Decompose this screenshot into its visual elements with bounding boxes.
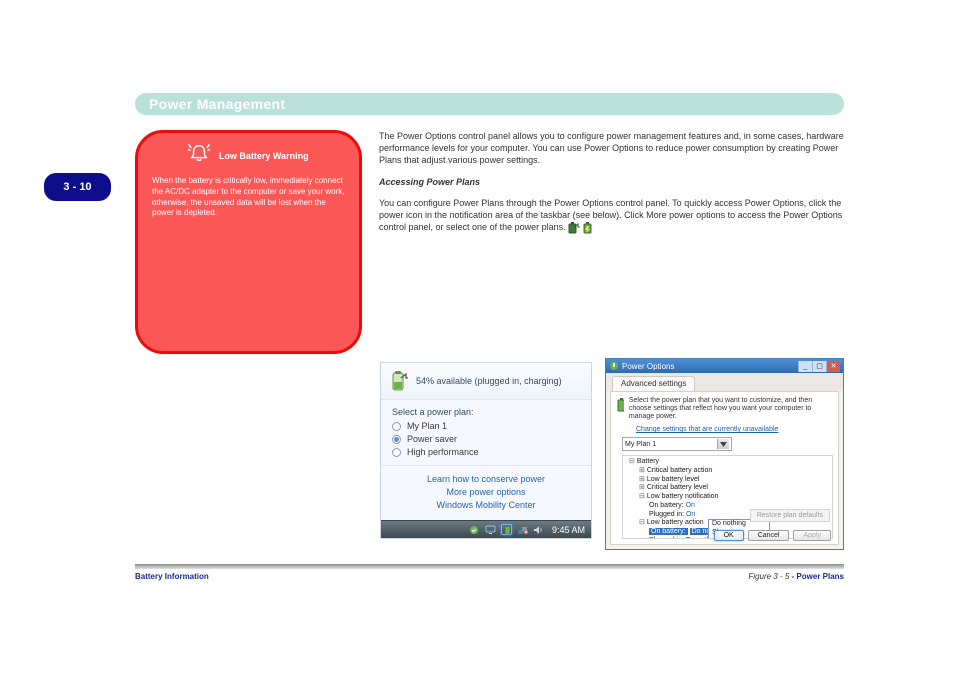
warning-body: When the battery is critically low, imme… [152,176,345,219]
tree-node[interactable]: ⊞Critical battery action [623,467,832,476]
paragraph: The Power Options control panel allows y… [379,130,847,166]
taskbar: 9:45 AM [381,520,591,538]
close-button[interactable]: ✕ [826,361,840,372]
security-tray-icon[interactable] [469,524,480,535]
section-header: Power Management [135,93,844,115]
subheading: Accessing Power Plans [379,176,847,188]
volume-tray-icon[interactable] [533,524,544,535]
restore-defaults-button[interactable]: Restore plan defaults [750,509,830,522]
more-power-options-link[interactable]: More power options [381,486,591,499]
plan-label: Power saver [407,434,457,444]
change-unavailable-link[interactable]: Change settings that are currently unava… [636,426,778,433]
paragraph: You can configure Power Plans through th… [379,197,847,234]
main-body-text: The Power Options control panel allows y… [379,130,847,242]
power-plan-selector: Select a power plan: My Plan 1 Power sav… [381,400,591,465]
network-tray-icon[interactable] [517,524,528,535]
plan-option[interactable]: Power saver [392,434,580,444]
taskbar-clock[interactable]: 9:45 AM [552,525,585,535]
cancel-button[interactable]: Cancel [748,530,790,541]
conserve-power-link[interactable]: Learn how to conserve power [381,473,591,486]
battery-status-icon [390,370,408,392]
dialog-instruction: Select the power plan that you want to c… [616,397,833,421]
display-tray-icon[interactable] [485,524,496,535]
select-plan-label: Select a power plan: [392,407,580,417]
plan-label: My Plan 1 [407,421,447,431]
plan-option[interactable]: High performance [392,447,580,457]
apply-button[interactable]: Apply [793,530,831,541]
warning-title: Low Battery Warning [219,151,309,161]
settings-tree[interactable]: ⊟Battery ⊞Critical battery action ⊞Low b… [622,455,833,539]
page-badge: 3 - 10 [44,173,111,201]
dialog-title: Power Options [609,361,674,371]
page-footer: Battery Information Figure 3 - 5 - Power… [135,572,844,581]
dialog-buttons: OK Cancel Apply [714,530,831,541]
plan-dropdown-value: My Plan 1 [625,441,656,448]
tree-node[interactable]: ⊟Battery [623,458,832,467]
chevron-down-icon [717,439,729,449]
footer-topic: Battery Information [135,572,209,581]
tab-advanced-settings[interactable]: Advanced settings [612,376,695,391]
divider [135,564,844,569]
mobility-center-link[interactable]: Windows Mobility Center [381,499,591,512]
tree-node[interactable]: ⊞Critical battery level [623,484,832,493]
power-options-dialog: Power Options _ ▢ ✕ Advanced settings Se… [605,358,844,550]
battery-popup: 54% available (plugged in, charging) Sel… [380,362,592,539]
dialog-content: Select the power plan that you want to c… [610,391,839,545]
dialog-titlebar: Power Options _ ▢ ✕ [606,359,843,373]
tree-node[interactable]: ⊟Low battery notification [623,493,832,502]
radio-icon [392,435,401,444]
radio-icon [392,422,401,431]
battery-tray-icon[interactable] [501,524,512,535]
section-title: Power Management [149,96,285,112]
ok-button[interactable]: OK [714,530,744,541]
warning-header: Low Battery Warning [152,143,345,168]
maximize-button[interactable]: ▢ [812,361,826,372]
inline-battery-icons [568,221,595,234]
bell-alarm-icon [188,143,210,168]
radio-icon [392,448,401,457]
battery-status-text: 54% available (plugged in, charging) [416,376,562,386]
page-number: 3 - 10 [63,181,91,193]
warning-callout: Low Battery Warning When the battery is … [135,130,362,354]
footer-figure: Figure 3 - 5 - Power Plans [748,572,844,581]
dialog-tabbar: Advanced settings [606,373,843,391]
plan-dropdown[interactable]: My Plan 1 [622,437,732,451]
plan-label: High performance [407,447,479,457]
plan-option[interactable]: My Plan 1 [392,421,580,431]
battery-popup-links: Learn how to conserve power More power o… [381,465,591,520]
tree-node[interactable]: ⊞Low battery level [623,476,832,485]
power-options-icon [609,361,619,371]
minimize-button[interactable]: _ [798,361,812,372]
window-controls: _ ▢ ✕ [798,361,840,372]
power-plan-icon [616,397,624,413]
battery-popup-header: 54% available (plugged in, charging) [381,363,591,400]
